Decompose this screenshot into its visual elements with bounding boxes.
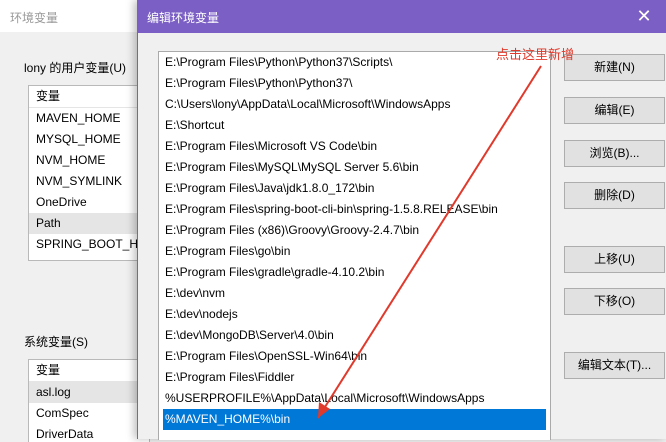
browse-button[interactable]: 浏览(B)... xyxy=(564,140,665,167)
path-item[interactable]: E:\Shortcut xyxy=(159,115,550,136)
move-up-button[interactable]: 上移(U) xyxy=(564,246,665,273)
bg-window-title: 环境变量 xyxy=(10,11,59,25)
annotation-text: 点击这里新增 xyxy=(496,47,575,62)
path-item[interactable]: E:\Program Files\gradle\gradle-4.10.2\bi… xyxy=(159,262,550,283)
path-item[interactable]: E:\dev\MongoDB\Server\4.0\bin xyxy=(159,325,550,346)
path-item[interactable]: E:\Program Files\OpenSSL-Win64\bin xyxy=(159,346,550,367)
path-item[interactable]: E:\Program Files\Java\jdk1.8.0_172\bin xyxy=(159,178,550,199)
move-down-button[interactable]: 下移(O) xyxy=(564,288,665,315)
path-item[interactable]: E:\dev\nodejs xyxy=(159,304,550,325)
list-item[interactable]: ComSpec xyxy=(29,403,149,424)
list-item-selected[interactable]: Path xyxy=(29,213,149,234)
path-item[interactable]: E:\Program Files\Python\Python37\Scripts… xyxy=(159,52,550,73)
close-icon: ✕ xyxy=(636,6,652,26)
list-item-selected[interactable]: asl.log xyxy=(29,382,149,403)
path-item[interactable]: E:\Program Files\go\bin xyxy=(159,241,550,262)
close-button[interactable]: ✕ xyxy=(621,0,666,33)
path-item[interactable]: E:\Program Files\MySQL\MySQL Server 5.6\… xyxy=(159,157,550,178)
list-item[interactable]: DriverData xyxy=(29,424,149,442)
path-item[interactable]: %USERPROFILE%\AppData\Local\Microsoft\Wi… xyxy=(159,388,550,409)
path-list[interactable]: E:\Program Files\Python\Python37\Scripts… xyxy=(158,51,551,440)
path-item[interactable]: E:\Program Files\Python\Python37\ xyxy=(159,73,550,94)
list-item[interactable]: MYSQL_HOME xyxy=(29,129,149,150)
edit-text-button[interactable]: 编辑文本(T)... xyxy=(564,352,665,379)
list-item[interactable]: NVM_SYMLINK xyxy=(29,171,149,192)
user-vars-list[interactable]: 变量 MAVEN_HOME MYSQL_HOME NVM_HOME NVM_SY… xyxy=(28,85,150,261)
path-item-selected[interactable]: %MAVEN_HOME%\bin xyxy=(163,409,546,430)
delete-button[interactable]: 删除(D) xyxy=(564,182,665,209)
list-item[interactable]: SPRING_BOOT_HO xyxy=(29,234,149,255)
dialog-title: 编辑环境变量 xyxy=(147,11,220,25)
dialog-titlebar[interactable]: 编辑环境变量 ✕ xyxy=(138,0,666,33)
edit-button[interactable]: 编辑(E) xyxy=(564,97,665,124)
list-item[interactable]: MAVEN_HOME xyxy=(29,108,149,129)
user-vars-label: lony 的用户变量(U) xyxy=(24,61,127,75)
bg-titlebar: 环境变量 xyxy=(0,0,150,32)
path-item[interactable]: E:\dev\nvm xyxy=(159,283,550,304)
path-item[interactable]: C:\Users\lony\AppData\Local\Microsoft\Wi… xyxy=(159,94,550,115)
system-vars-label: 系统变量(S) xyxy=(24,335,88,349)
edit-env-var-dialog: 编辑环境变量 ✕ E:\Program Files\Python\Python3… xyxy=(137,0,666,440)
list-item[interactable]: OneDrive xyxy=(29,192,149,213)
system-vars-header[interactable]: 变量 xyxy=(29,360,149,382)
path-item[interactable]: E:\Program Files\Microsoft VS Code\bin xyxy=(159,136,550,157)
path-item[interactable]: E:\Program Files\spring-boot-cli-bin\spr… xyxy=(159,199,550,220)
new-button[interactable]: 新建(N) xyxy=(564,54,665,81)
system-vars-list[interactable]: 变量 asl.log ComSpec DriverData xyxy=(28,359,150,442)
list-item[interactable]: NVM_HOME xyxy=(29,150,149,171)
user-vars-header[interactable]: 变量 xyxy=(29,86,149,108)
path-item[interactable]: E:\Program Files (x86)\Groovy\Groovy-2.4… xyxy=(159,220,550,241)
path-item[interactable]: E:\Program Files\Fiddler xyxy=(159,367,550,388)
